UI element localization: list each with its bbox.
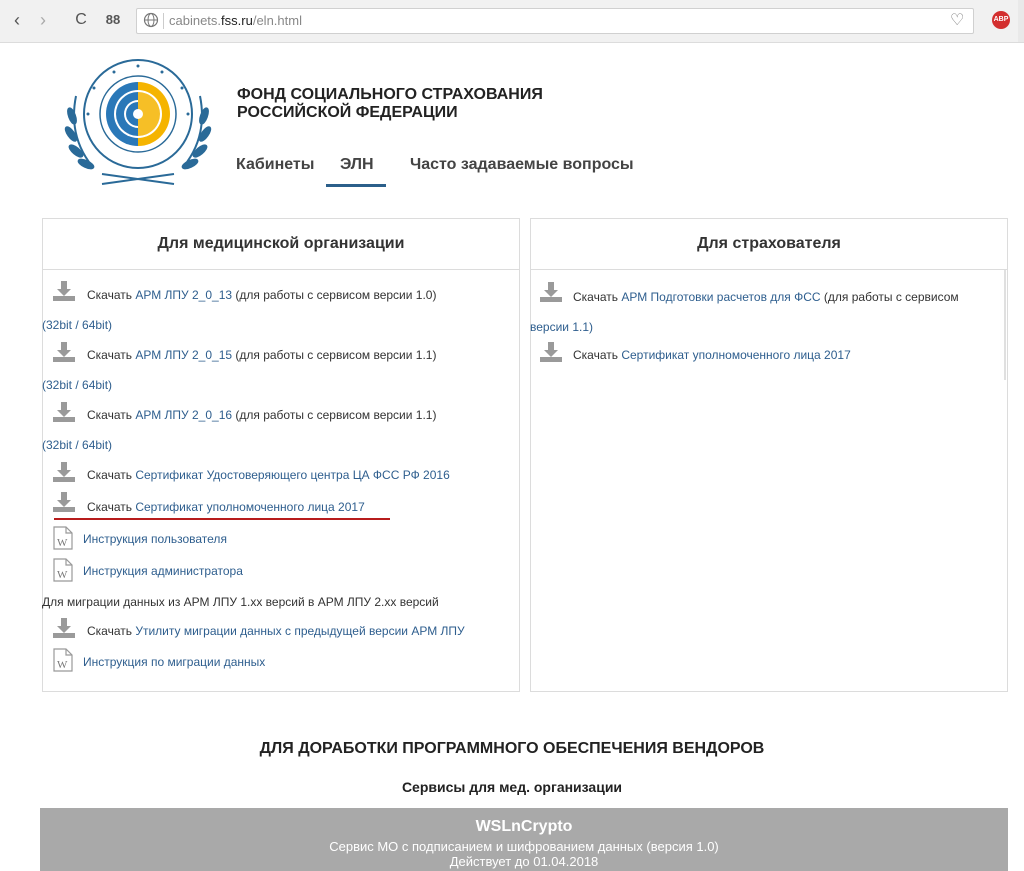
bitness-link[interactable]: (32bit / 64bit) xyxy=(42,378,112,392)
list-item: Скачать Сертификат уполномоченного лица … xyxy=(87,500,365,514)
service-description: Сервис МО с подписанием и шифрованием да… xyxy=(329,839,719,854)
service-card[interactable]: WSLnCrypto Сервис МО с подписанием и шиф… xyxy=(40,808,1008,871)
org-name-line2: РОССИЙСКОЙ ФЕДЕРАЦИИ xyxy=(237,104,458,121)
list-item-extra: (32bit / 64bit) xyxy=(42,378,112,392)
list-item: Скачать Сертификат уполномоченного лица … xyxy=(573,348,851,362)
download-icon xyxy=(540,282,562,302)
download-link-arm-fss-reports[interactable]: АРМ Подготовки расчетов для ФСС xyxy=(621,290,820,304)
browser-toolbar: ‹ › C 88 cabinets.fss.ru/eln.html ♡ ABP xyxy=(0,0,1024,43)
list-item: Скачать Утилиту миграции данных с предыд… xyxy=(87,624,465,638)
nav-cabinets[interactable]: Кабинеты xyxy=(236,156,314,174)
word-doc-icon: W xyxy=(53,526,73,550)
list-item: Скачать АРМ ЛПУ 2_0_16 (для работы с сер… xyxy=(87,408,437,422)
adblock-icon[interactable]: ABP xyxy=(992,11,1010,29)
list-item-extra: версии 1.1) xyxy=(530,320,593,334)
download-icon xyxy=(53,342,75,362)
list-item: Инструкция администратора xyxy=(83,564,243,578)
download-icon xyxy=(53,618,75,638)
service-name: WSLnCrypto xyxy=(475,818,573,835)
list-item: Скачать АРМ ЛПУ 2_0_13 (для работы с сер… xyxy=(87,288,437,302)
org-name-line1: ФОНД СОЦИАЛЬНОГО СТРАХОВАНИЯ xyxy=(237,86,543,103)
nav-eln[interactable]: ЭЛН xyxy=(340,156,374,174)
list-item: Инструкция по миграции данных xyxy=(83,655,265,669)
forward-icon[interactable]: › xyxy=(32,9,54,31)
vendor-section-title: ДЛЯ ДОРАБОТКИ ПРОГРАММНОГО ОБЕСПЕЧЕНИЯ В… xyxy=(259,740,765,757)
download-icon xyxy=(53,281,75,301)
download-icon xyxy=(540,342,562,362)
download-link-arm-lpu-2-0-13[interactable]: АРМ ЛПУ 2_0_13 xyxy=(135,288,232,302)
migration-note: Для миграции данных из АРМ ЛПУ 1.xx верс… xyxy=(42,595,439,609)
word-doc-icon: W xyxy=(53,648,73,672)
download-link-ca-certificate-2016[interactable]: Сертификат Удостоверяющего центра ЦА ФСС… xyxy=(135,468,449,482)
bitness-link[interactable]: (32bit / 64bit) xyxy=(42,438,112,452)
list-item-extra: (32bit / 64bit) xyxy=(42,318,112,332)
admin-manual-link[interactable]: Инструкция администратора xyxy=(83,564,243,578)
service-validity: Действует до 01.04.2018 xyxy=(449,854,599,869)
word-doc-icon: W xyxy=(53,558,73,582)
back-icon[interactable]: ‹ xyxy=(6,9,28,31)
highlight-underline xyxy=(54,518,390,520)
download-link-authorized-cert-2017[interactable]: Сертификат уполномоченного лица 2017 xyxy=(135,500,364,514)
list-item: Скачать АРМ Подготовки расчетов для ФСС … xyxy=(573,290,959,304)
svg-text:W: W xyxy=(57,659,68,671)
fss-logo xyxy=(62,56,214,188)
download-icon xyxy=(53,462,75,482)
address-bar[interactable]: cabinets.fss.ru/eln.html xyxy=(136,8,974,34)
user-manual-link[interactable]: Инструкция пользователя xyxy=(83,532,227,546)
svg-text:W: W xyxy=(57,569,68,581)
bitness-link[interactable]: (32bit / 64bit) xyxy=(42,318,112,332)
bookmark-heart-icon[interactable]: ♡ xyxy=(950,10,964,30)
nav-faq[interactable]: Часто задаваемые вопросы xyxy=(410,156,634,174)
organization-name: ФОНД СОЦИАЛЬНОГО СТРАХОВАНИЯ РОССИЙСКОЙ … xyxy=(237,86,543,122)
scrollbar[interactable] xyxy=(1018,0,1024,42)
speed-dial-icon[interactable]: 88 xyxy=(102,9,124,31)
medical-panel-title: Для медицинской организации xyxy=(43,219,519,270)
list-item: Скачать Сертификат Удостоверяющего центр… xyxy=(87,468,450,482)
download-icon xyxy=(53,402,75,422)
reload-icon[interactable]: C xyxy=(70,9,92,31)
nav-active-indicator xyxy=(326,184,386,187)
svg-text:W: W xyxy=(57,537,68,549)
vendor-section-subtitle: Сервисы для мед. организации xyxy=(401,779,623,795)
insurer-panel-title: Для страхователя xyxy=(531,219,1007,270)
list-item-extra: (32bit / 64bit) xyxy=(42,438,112,452)
service-version-link[interactable]: версии 1.1) xyxy=(530,320,593,334)
migration-manual-link[interactable]: Инструкция по миграции данных xyxy=(83,655,265,669)
download-link-migration-utility[interactable]: Утилиту миграции данных с предыдущей вер… xyxy=(135,624,464,638)
list-item: Инструкция пользователя xyxy=(83,532,227,546)
download-link-insurer-cert-2017[interactable]: Сертификат уполномоченного лица 2017 xyxy=(621,348,850,362)
download-icon xyxy=(53,492,75,512)
panel-scrollbar[interactable] xyxy=(1004,270,1006,380)
url-text: cabinets.fss.ru/eln.html xyxy=(169,13,302,28)
download-link-arm-lpu-2-0-16[interactable]: АРМ ЛПУ 2_0_16 xyxy=(135,408,232,422)
download-link-arm-lpu-2-0-15[interactable]: АРМ ЛПУ 2_0_15 xyxy=(135,348,232,362)
list-item: Скачать АРМ ЛПУ 2_0_15 (для работы с сер… xyxy=(87,348,437,362)
globe-icon xyxy=(143,12,159,28)
